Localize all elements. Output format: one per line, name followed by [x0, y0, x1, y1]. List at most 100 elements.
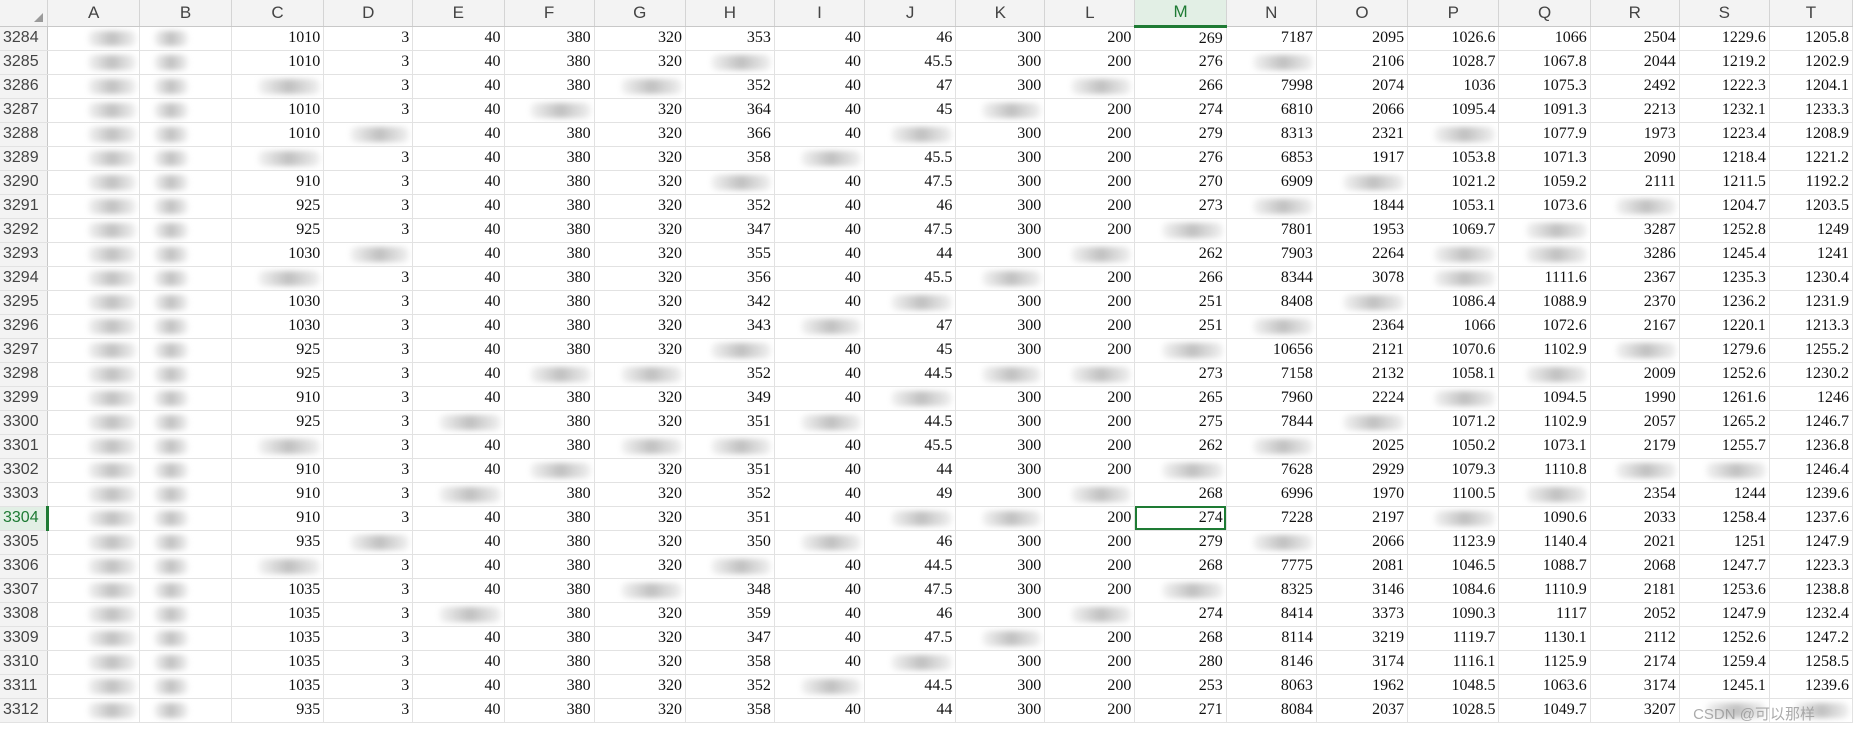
cell-e[interactable]: 40	[412, 626, 505, 651]
cell-q[interactable]: 1066	[1498, 26, 1591, 51]
cell-s[interactable]: 1232.1	[1679, 98, 1770, 123]
cell-t[interactable]: 1223.3	[1769, 554, 1853, 579]
cell-q[interactable]: 1102.9	[1498, 410, 1591, 435]
cell-r[interactable]: 2068	[1590, 554, 1680, 579]
cell-a[interactable]	[47, 674, 141, 699]
cell-t[interactable]: 1232.4	[1769, 602, 1853, 627]
cell-s[interactable]: 1219.2	[1679, 50, 1770, 75]
cell-i[interactable]: 40	[774, 26, 866, 51]
cell-j[interactable]: 47.5	[864, 218, 957, 243]
cell-i[interactable]: 40	[774, 458, 866, 483]
cell-c[interactable]: 1035	[231, 578, 325, 603]
cell-h[interactable]: 347	[685, 218, 775, 243]
cell-c[interactable]: 1035	[231, 650, 325, 675]
cell-a[interactable]	[47, 578, 141, 603]
cell-r[interactable]: 2370	[1590, 290, 1680, 315]
cell-a[interactable]	[47, 506, 141, 531]
cell-j[interactable]: 45.5	[864, 146, 957, 171]
cell-m[interactable]: 276	[1134, 146, 1227, 171]
cell-s[interactable]: 1229.6	[1679, 26, 1770, 51]
cell-a[interactable]	[47, 338, 141, 363]
cell-k[interactable]: 300	[955, 578, 1046, 603]
cell-d[interactable]: 3	[323, 170, 414, 195]
cell-q[interactable]: 1067.8	[1498, 50, 1591, 75]
cell-a[interactable]	[47, 146, 141, 171]
cell-s[interactable]: 1211.5	[1679, 170, 1770, 195]
cell-p[interactable]: 1123.9	[1407, 530, 1500, 555]
cell-s[interactable]: 1255.7	[1679, 434, 1770, 459]
cell-r[interactable]: 2354	[1590, 482, 1680, 507]
cell-c[interactable]: 925	[231, 338, 325, 363]
cell-n[interactable]: 7844	[1226, 410, 1317, 435]
cell-b[interactable]	[139, 26, 232, 51]
cell-h[interactable]: 342	[685, 290, 775, 315]
cell-j[interactable]: 44	[864, 458, 957, 483]
cell-q[interactable]	[1498, 362, 1591, 387]
cell-b[interactable]	[139, 338, 232, 363]
cell-t[interactable]: 1258.5	[1769, 650, 1853, 675]
cell-o[interactable]: 2037	[1316, 698, 1409, 723]
cell-n[interactable]: 6853	[1226, 146, 1317, 171]
cell-f[interactable]: 380	[504, 194, 595, 219]
column-header-s[interactable]: S	[1679, 0, 1770, 27]
cell-m[interactable]: 273	[1134, 194, 1227, 219]
row-header[interactable]: 3296	[0, 314, 48, 339]
cell-c[interactable]	[231, 146, 325, 171]
cell-d[interactable]: 3	[323, 74, 414, 99]
cell-i[interactable]: 40	[774, 554, 866, 579]
cell-a[interactable]	[47, 482, 141, 507]
cell-e[interactable]	[412, 410, 505, 435]
column-header-r[interactable]: R	[1590, 0, 1680, 27]
cell-r[interactable]: 2021	[1590, 530, 1680, 555]
cell-k[interactable]: 300	[955, 458, 1046, 483]
cell-q[interactable]: 1094.5	[1498, 386, 1591, 411]
cell-e[interactable]: 40	[412, 698, 505, 723]
cell-f[interactable]: 380	[504, 266, 595, 291]
cell-g[interactable]	[594, 74, 686, 99]
cell-h[interactable]: 366	[685, 122, 775, 147]
cell-b[interactable]	[139, 434, 232, 459]
cell-l[interactable]: 200	[1044, 194, 1136, 219]
cell-i[interactable]: 40	[774, 74, 866, 99]
select-all-triangle-icon[interactable]	[33, 12, 43, 22]
cell-t[interactable]: 1204.1	[1769, 74, 1853, 99]
row-header[interactable]: 3286	[0, 74, 48, 99]
cell-d[interactable]: 3	[323, 434, 414, 459]
cell-i[interactable]: 40	[774, 218, 866, 243]
cell-k[interactable]: 300	[955, 530, 1046, 555]
cell-a[interactable]	[47, 530, 141, 555]
cell-r[interactable]: 2090	[1590, 146, 1680, 171]
cell-s[interactable]: 1252.6	[1679, 626, 1770, 651]
cell-n[interactable]: 7801	[1226, 218, 1317, 243]
cell-i[interactable]: 40	[774, 386, 866, 411]
cell-r[interactable]	[1590, 194, 1680, 219]
cell-d[interactable]: 3	[323, 698, 414, 723]
cell-p[interactable]: 1048.5	[1407, 674, 1500, 699]
cell-t[interactable]: 1246	[1769, 386, 1853, 411]
cell-f[interactable]: 380	[504, 578, 595, 603]
cell-a[interactable]	[47, 386, 141, 411]
cell-o[interactable]: 3219	[1316, 626, 1409, 651]
cell-o[interactable]: 2066	[1316, 98, 1409, 123]
cell-a[interactable]	[47, 194, 141, 219]
cell-c[interactable]: 910	[231, 170, 325, 195]
cell-n[interactable]	[1226, 50, 1317, 75]
cell-c[interactable]: 1010	[231, 98, 325, 123]
cell-n[interactable]: 6909	[1226, 170, 1317, 195]
cell-j[interactable]: 46	[864, 26, 957, 51]
cell-e[interactable]: 40	[412, 50, 505, 75]
cell-f[interactable]	[504, 458, 595, 483]
cell-m[interactable]: 274	[1134, 602, 1227, 627]
column-header-j[interactable]: J	[864, 0, 957, 27]
cell-a[interactable]	[47, 26, 141, 51]
cell-i[interactable]: 40	[774, 626, 866, 651]
cell-k[interactable]: 300	[955, 26, 1046, 51]
cell-l[interactable]: 200	[1044, 170, 1136, 195]
cell-q[interactable]: 1073.1	[1498, 434, 1591, 459]
cell-h[interactable]: 351	[685, 458, 775, 483]
cell-i[interactable]: 40	[774, 482, 866, 507]
cell-k[interactable]	[955, 266, 1046, 291]
cell-t[interactable]: 1203.5	[1769, 194, 1853, 219]
cell-q[interactable]: 1102.9	[1498, 338, 1591, 363]
cell-p[interactable]: 1090.3	[1407, 602, 1500, 627]
